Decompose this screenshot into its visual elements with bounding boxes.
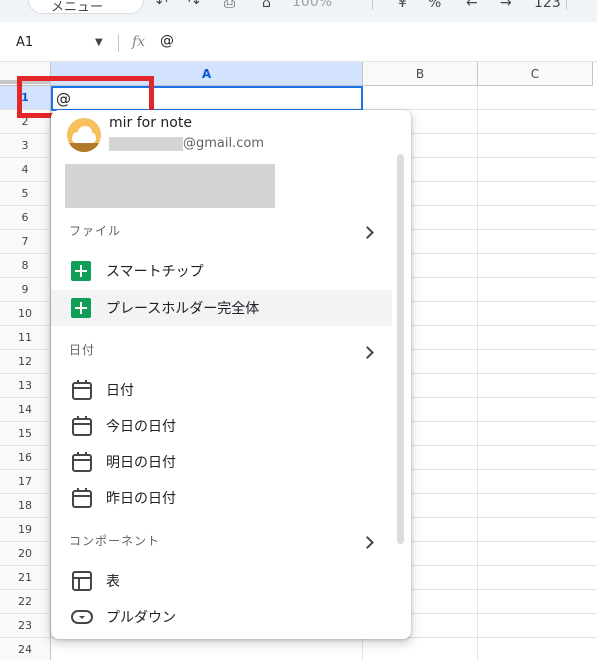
smart-chip-dropdown: mir for note @gmail.com ファイル スマートチップ プレー…: [51, 110, 411, 639]
currency-icon[interactable]: ¥: [398, 0, 407, 10]
menu-item-today[interactable]: 今日の日付: [51, 408, 392, 444]
fx-icon: fx: [132, 34, 146, 50]
toolbar: メニュー ↶ ↷ ⎙ ⌂ 100% ¥ % ← → 123: [0, 0, 597, 22]
percent-icon[interactable]: %: [428, 0, 441, 10]
menu-item-label: 表: [106, 574, 120, 590]
menu-item-label: プレースホルダー完全体: [106, 301, 260, 317]
column-header-b[interactable]: B: [363, 62, 478, 86]
row-header[interactable]: 24: [0, 638, 51, 660]
section-label-dates: 日付: [69, 343, 96, 357]
sheets-icon: [71, 261, 91, 281]
menu-item-label: 今日の日付: [106, 419, 176, 435]
email-redaction: [109, 137, 183, 151]
redo-icon[interactable]: ↷: [188, 0, 200, 10]
name-box-dropdown-icon[interactable]: ▼: [95, 37, 103, 48]
row-header[interactable]: 6: [0, 206, 51, 230]
menu-search-button[interactable]: メニュー: [28, 0, 144, 15]
row-header[interactable]: 21: [0, 566, 51, 590]
formula-bar-divider: [118, 34, 119, 52]
row-header[interactable]: 13: [0, 374, 51, 398]
row-header[interactable]: 9: [0, 278, 51, 302]
calendar-icon: [72, 416, 92, 436]
row-headers: 1 2 3 4 5 6 7 8 9 10 11 12 13 14 15 16 17 18 19 20 21 22 23 24: [0, 86, 51, 660]
user-avatar: [67, 118, 101, 152]
table-icon: [72, 571, 92, 591]
dropdown-chip-icon: [71, 610, 93, 624]
row-header[interactable]: 11: [0, 326, 51, 350]
user-name[interactable]: mir for note: [109, 115, 192, 131]
name-box[interactable]: A1: [16, 35, 33, 50]
column-header-c[interactable]: C: [478, 62, 593, 86]
row-header[interactable]: 3: [0, 134, 51, 158]
row-header[interactable]: 19: [0, 518, 51, 542]
row-header[interactable]: 15: [0, 422, 51, 446]
menu-item-dropdown[interactable]: プルダウン: [51, 599, 392, 635]
row-header[interactable]: 16: [0, 446, 51, 470]
menu-item-label: プルダウン: [106, 610, 176, 626]
menu-item-label: 昨日の日付: [106, 491, 176, 507]
calendar-icon: [72, 380, 92, 400]
row-header[interactable]: 18: [0, 494, 51, 518]
menu-label: メニュー: [51, 0, 104, 15]
menu-item-label: スマートチップ: [106, 264, 204, 280]
paint-format-icon[interactable]: ⌂: [262, 0, 271, 10]
row-header[interactable]: 12: [0, 350, 51, 374]
menu-item-smart-chip[interactable]: スマートチップ: [51, 253, 392, 289]
dropdown-scrollbar[interactable]: [397, 154, 404, 544]
toolbar-divider: [566, 0, 567, 10]
row-header[interactable]: 14: [0, 398, 51, 422]
menu-item-label: 明日の日付: [106, 455, 176, 471]
row-header[interactable]: 20: [0, 542, 51, 566]
menu-item-table[interactable]: 表: [51, 563, 392, 599]
number-format-icon[interactable]: 123: [534, 0, 561, 10]
zoom-select[interactable]: 100%: [292, 0, 332, 10]
chevron-right-icon[interactable]: [361, 535, 375, 549]
user-email: @gmail.com: [183, 136, 265, 151]
section-label-components: コンポーネント: [69, 534, 161, 548]
increase-decimal-icon[interactable]: →: [500, 0, 512, 10]
redacted-block: [65, 164, 275, 208]
menu-item-date[interactable]: 日付: [51, 372, 392, 408]
decrease-decimal-icon[interactable]: ←: [466, 0, 478, 10]
menu-item-tomorrow[interactable]: 明日の日付: [51, 444, 392, 480]
row-header[interactable]: 10: [0, 302, 51, 326]
chevron-right-icon[interactable]: [361, 225, 375, 239]
menu-item-yesterday[interactable]: 昨日の日付: [51, 480, 392, 516]
toolbar-divider: [372, 0, 373, 10]
section-label-files: ファイル: [69, 224, 122, 238]
menu-item-placeholder-doc[interactable]: プレースホルダー完全体: [51, 290, 392, 326]
menu-item-label: 日付: [106, 383, 134, 399]
row-header[interactable]: 23: [0, 614, 51, 638]
chevron-right-icon[interactable]: [361, 345, 375, 359]
row-header[interactable]: 4: [0, 158, 51, 182]
print-icon[interactable]: ⎙: [224, 0, 235, 10]
row-header[interactable]: 22: [0, 590, 51, 614]
calendar-icon: [72, 452, 92, 472]
row-header[interactable]: 5: [0, 182, 51, 206]
undo-icon[interactable]: ↶: [156, 0, 168, 10]
row-header[interactable]: 17: [0, 470, 51, 494]
calendar-icon: [72, 488, 92, 508]
row-header[interactable]: 8: [0, 254, 51, 278]
formula-input[interactable]: @: [160, 33, 174, 49]
row-header[interactable]: 7: [0, 230, 51, 254]
formula-bar: A1 ▼ fx @: [0, 22, 597, 62]
sheets-icon: [71, 298, 91, 318]
